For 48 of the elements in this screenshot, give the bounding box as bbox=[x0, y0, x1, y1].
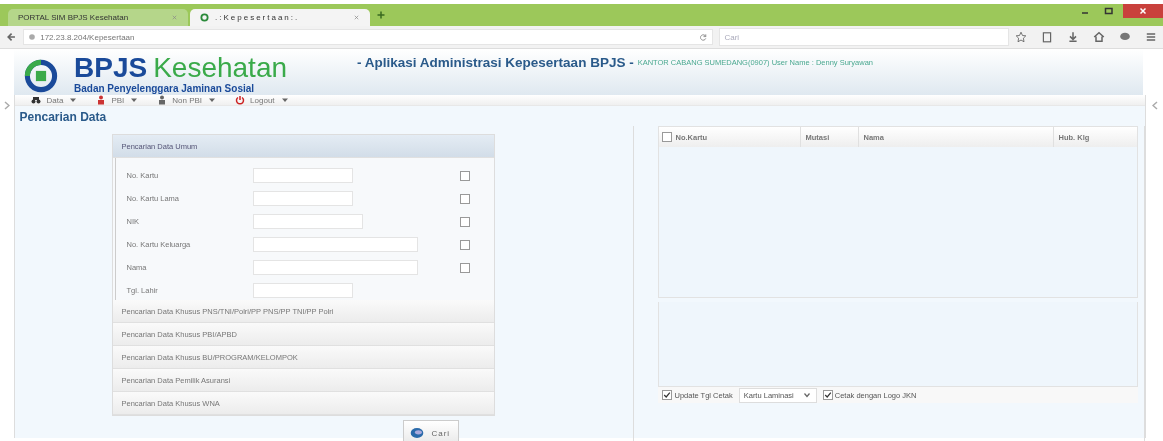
menu-item[interactable]: Data bbox=[31, 95, 79, 105]
close-icon[interactable] bbox=[353, 14, 360, 21]
chevron-right-icon[interactable] bbox=[4, 101, 11, 110]
input-field[interactable] bbox=[253, 191, 354, 206]
new-tab-icon[interactable] bbox=[376, 10, 386, 20]
checkbox[interactable] bbox=[822, 390, 833, 400]
page-title: Pencarian Data bbox=[18, 109, 108, 124]
tagline: Badan Penyelenggara Jaminan Sosial bbox=[74, 83, 256, 94]
reload-icon[interactable] bbox=[699, 32, 709, 42]
search-field[interactable]: Cari bbox=[719, 28, 1009, 46]
power-icon bbox=[235, 95, 246, 105]
checkbox[interactable] bbox=[460, 216, 471, 227]
binoculars-icon bbox=[31, 95, 42, 105]
checkbox[interactable] bbox=[662, 132, 673, 142]
menu-item[interactable]: PBI bbox=[96, 95, 140, 105]
browser-tab[interactable]: .:Kepesertaan:. bbox=[190, 9, 370, 26]
app-title: - Aplikasi Administrasi Kepesertaan BPJS - bbox=[357, 55, 634, 70]
menu-icon[interactable] bbox=[1145, 31, 1157, 43]
browser-tab[interactable]: PORTAL SIM BPJS Kesehatan bbox=[8, 9, 188, 26]
checkbox[interactable] bbox=[460, 262, 471, 273]
person-icon bbox=[96, 95, 107, 105]
checkmark-icon bbox=[823, 391, 832, 399]
address-bar[interactable]: 172.23.8.204/Kepesertaan bbox=[23, 29, 714, 45]
brand-name: BPJS Kesehatan bbox=[74, 53, 288, 83]
checkbox[interactable] bbox=[460, 170, 471, 181]
checkmark-icon bbox=[663, 391, 672, 399]
input-field[interactable] bbox=[253, 237, 419, 252]
input-field[interactable] bbox=[253, 260, 419, 275]
download-icon[interactable] bbox=[1067, 31, 1079, 43]
star-icon[interactable] bbox=[1015, 31, 1027, 43]
checkbox[interactable] bbox=[460, 193, 471, 204]
info-icon[interactable] bbox=[28, 33, 37, 41]
chevron-left-icon[interactable] bbox=[1151, 101, 1158, 110]
input-field[interactable] bbox=[253, 214, 364, 229]
logo-icon bbox=[24, 59, 58, 93]
maximize-icon[interactable] bbox=[1104, 6, 1114, 16]
menu-item[interactable]: Non PBI bbox=[157, 95, 218, 105]
person-icon bbox=[157, 95, 168, 105]
input-field[interactable] bbox=[253, 168, 354, 183]
home-icon[interactable] bbox=[1093, 31, 1105, 43]
search-button[interactable]: Cari bbox=[403, 420, 460, 441]
menu-item[interactable]: Logout bbox=[235, 95, 290, 105]
checkbox[interactable] bbox=[460, 239, 471, 250]
loading-icon[interactable] bbox=[200, 13, 209, 22]
checkbox[interactable] bbox=[662, 390, 673, 400]
caret-icon bbox=[801, 390, 812, 400]
input-field[interactable] bbox=[253, 283, 354, 298]
back-icon[interactable] bbox=[6, 31, 18, 43]
